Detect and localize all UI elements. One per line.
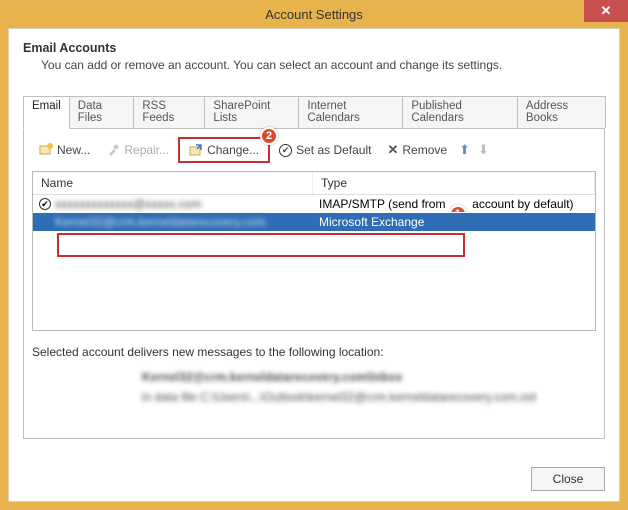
check-circle-icon: ✔	[279, 144, 292, 157]
repair-label: Repair...	[124, 143, 169, 157]
col-header-name[interactable]: Name	[33, 172, 313, 194]
section-desc: You can add or remove an account. You ca…	[41, 58, 605, 72]
row-highlight-box	[57, 233, 465, 257]
col-header-type[interactable]: Type	[313, 172, 595, 194]
change-label: Change...	[207, 143, 259, 157]
default-account-icon: ✔	[39, 198, 51, 210]
titlebar: Account Settings ✕	[0, 0, 628, 28]
close-button[interactable]: Close	[531, 467, 605, 491]
tab-internet-calendars[interactable]: Internet Calendars	[298, 96, 403, 128]
tab-pane-email: New... Repair... 2 Change...	[23, 129, 605, 439]
change-icon	[189, 143, 203, 157]
window-title: Account Settings	[265, 7, 363, 22]
account-type: Microsoft Exchange	[313, 214, 595, 230]
change-highlight: 2 Change...	[178, 137, 270, 163]
callout-1: 1	[449, 205, 467, 212]
account-settings-window: Account Settings ✕ Email Accounts You ca…	[0, 0, 628, 510]
account-name-obscured: xxxxxxxxxxxxx@xxxxx.com	[55, 197, 201, 211]
accounts-grid: Name Type ✔ xxxxxxxxxxxxx@xxxxx.com IMAP…	[32, 171, 596, 331]
account-type: IMAP/SMTP (send from 1 account by defaul…	[313, 196, 595, 212]
window-close-button[interactable]: ✕	[584, 0, 628, 22]
remove-label: Remove	[402, 143, 447, 157]
account-row[interactable]: ✔ xxxxxxxxxxxxx@xxxxx.com IMAP/SMTP (sen…	[33, 195, 595, 213]
footer: Close	[531, 467, 605, 491]
new-icon	[39, 143, 53, 157]
client-area: Email Accounts You can add or remove an …	[8, 28, 620, 502]
remove-x-icon: ✕	[387, 142, 398, 158]
grid-header: Name Type	[33, 172, 595, 195]
tab-email[interactable]: Email	[23, 96, 70, 129]
delivery-location-line2: in data file C:\Users\...\Outlook\kernel…	[142, 387, 596, 407]
new-label: New...	[57, 143, 90, 157]
tab-sharepoint-lists[interactable]: SharePoint Lists	[204, 96, 299, 128]
tab-rss-feeds[interactable]: RSS Feeds	[133, 96, 205, 128]
delivery-location-line1: Kernel32@crm.kerneldatarecovery.com\Inbo…	[142, 367, 596, 387]
tab-data-files[interactable]: Data Files	[69, 96, 135, 128]
grid-body: ✔ xxxxxxxxxxxxx@xxxxx.com IMAP/SMTP (sen…	[33, 195, 595, 231]
tab-address-books[interactable]: Address Books	[517, 96, 606, 128]
account-name-obscured: Kernel32@crm.kerneldatarecovery.com	[55, 215, 266, 229]
repair-icon	[106, 143, 120, 157]
section-title: Email Accounts	[23, 41, 605, 55]
toolbar: New... Repair... 2 Change...	[32, 137, 596, 163]
set-default-label: Set as Default	[296, 143, 371, 157]
delivery-location-label: Selected account delivers new messages t…	[32, 345, 596, 359]
tab-published-calendars[interactable]: Published Calendars	[402, 96, 518, 128]
move-down-button[interactable]: ⬇	[475, 142, 492, 158]
set-default-button[interactable]: ✔ Set as Default	[272, 139, 378, 161]
repair-button: Repair...	[99, 139, 176, 161]
tabstrip: Email Data Files RSS Feeds SharePoint Li…	[23, 96, 605, 129]
change-button[interactable]: Change...	[182, 139, 266, 161]
callout-2: 2	[260, 127, 278, 145]
move-up-button[interactable]: ⬆	[456, 142, 473, 158]
account-row-selected[interactable]: Kernel32@crm.kerneldatarecovery.com Micr…	[33, 213, 595, 231]
remove-button[interactable]: ✕ Remove	[380, 138, 454, 162]
new-button[interactable]: New...	[32, 139, 97, 161]
delivery-location-lines: Kernel32@crm.kerneldatarecovery.com\Inbo…	[142, 367, 596, 407]
close-icon: ✕	[601, 3, 612, 19]
